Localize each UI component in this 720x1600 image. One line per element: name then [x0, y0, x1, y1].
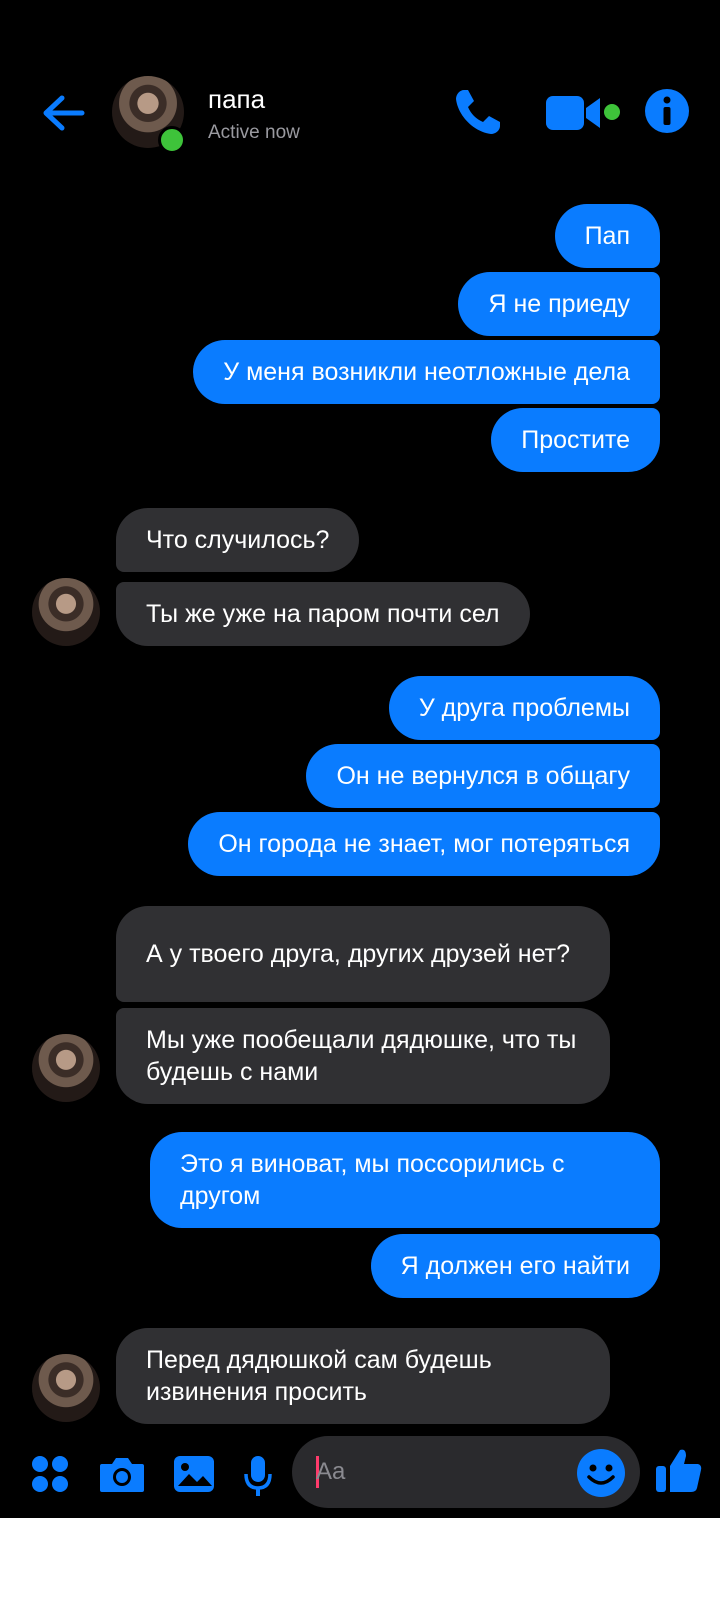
- message-bubble-outgoing[interactable]: Я не приеду: [458, 272, 660, 336]
- sender-avatar[interactable]: [32, 1354, 100, 1422]
- message-input[interactable]: Aa: [292, 1436, 640, 1508]
- emoji-icon[interactable]: [576, 1448, 626, 1498]
- message-composer: Aa: [0, 1436, 720, 1516]
- camera-icon[interactable]: [98, 1454, 146, 1494]
- message-bubble-incoming[interactable]: Ты же уже на паром почти сел: [116, 582, 530, 646]
- back-arrow-icon[interactable]: [38, 88, 88, 138]
- chat-header: папа Active now: [0, 60, 720, 170]
- video-online-indicator: [604, 104, 620, 120]
- message-bubble-outgoing[interactable]: Простите: [491, 408, 660, 472]
- message-bubble-outgoing[interactable]: Пап: [554, 204, 660, 268]
- message-bubble-outgoing[interactable]: У друга проблемы: [388, 676, 660, 740]
- sender-avatar[interactable]: [32, 578, 100, 646]
- info-icon[interactable]: [644, 88, 690, 134]
- system-nav-area: [0, 1518, 720, 1600]
- thumbs-up-icon[interactable]: [654, 1446, 704, 1496]
- message-bubble-incoming[interactable]: Перед дядюшкой сам будешь извинения прос…: [116, 1328, 610, 1424]
- message-bubble-incoming[interactable]: А у твоего друга, других друзей нет?: [116, 906, 610, 1002]
- online-indicator: [158, 126, 186, 154]
- message-bubble-outgoing[interactable]: У меня возникли неотложные дела: [193, 340, 660, 404]
- video-icon[interactable]: [546, 92, 604, 134]
- contact-status: Active now: [208, 122, 300, 143]
- message-bubble-incoming[interactable]: Мы уже пообещали дядюшке, что ты будешь …: [116, 1008, 610, 1104]
- apps-icon[interactable]: [30, 1454, 70, 1494]
- phone-icon[interactable]: [452, 86, 504, 138]
- message-bubble-outgoing[interactable]: Он города не знает, мог потеряться: [188, 812, 660, 876]
- message-input-placeholder: Aa: [316, 1458, 346, 1485]
- gallery-icon[interactable]: [172, 1454, 216, 1494]
- message-bubble-incoming[interactable]: Что случилось?: [116, 508, 360, 572]
- message-bubble-outgoing[interactable]: Он не вернулся в общагу: [306, 744, 660, 808]
- message-bubble-outgoing[interactable]: Я должен его найти: [370, 1234, 660, 1298]
- contact-name[interactable]: папа: [208, 84, 265, 115]
- sender-avatar[interactable]: [32, 1034, 100, 1102]
- microphone-icon[interactable]: [242, 1454, 274, 1498]
- message-bubble-outgoing[interactable]: Это я виноват, мы поссорились с другом: [150, 1132, 660, 1228]
